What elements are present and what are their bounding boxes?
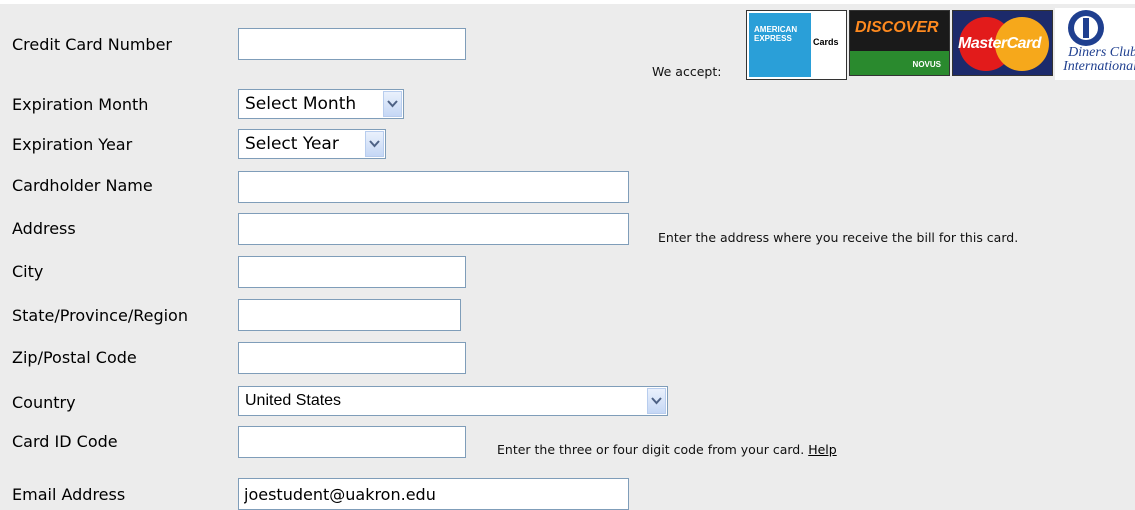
country-label: Country bbox=[12, 393, 76, 412]
amex-line1: AMERICAN bbox=[754, 25, 798, 34]
zip-label: Zip/Postal Code bbox=[12, 348, 137, 367]
country-select[interactable]: United States bbox=[238, 386, 668, 416]
diners-text: Diners Club International bbox=[1057, 46, 1135, 74]
mastercard-logo: MasterCard bbox=[952, 10, 1053, 76]
payment-form: Credit Card Number We accept: AMERICAN E… bbox=[0, 0, 1135, 510]
exp-year-value: Select Year bbox=[245, 134, 339, 154]
cardholder-input[interactable] bbox=[238, 171, 629, 203]
top-strip bbox=[0, 0, 1135, 4]
mastercard-name: MasterCard bbox=[958, 35, 1042, 52]
state-label: State/Province/Region bbox=[12, 306, 188, 325]
we-accept-label: We accept: bbox=[652, 64, 722, 79]
amex-text: AMERICAN EXPRESS bbox=[754, 25, 808, 43]
city-input[interactable] bbox=[238, 256, 466, 288]
chevron-down-icon[interactable] bbox=[383, 91, 402, 117]
city-label: City bbox=[12, 262, 44, 281]
diners-line1: Diners Club bbox=[1068, 45, 1135, 60]
discover-name: DISCOVER bbox=[855, 19, 939, 36]
card-number-label: Credit Card Number bbox=[12, 35, 172, 54]
amex-line2: EXPRESS bbox=[754, 34, 792, 43]
chevron-down-icon[interactable] bbox=[647, 388, 666, 414]
card-id-input[interactable] bbox=[238, 426, 466, 458]
email-input[interactable] bbox=[238, 478, 629, 510]
state-input[interactable] bbox=[238, 299, 461, 331]
exp-month-value: Select Month bbox=[245, 94, 357, 114]
exp-year-select[interactable]: Select Year bbox=[238, 129, 386, 159]
amex-badge bbox=[749, 13, 811, 77]
help-link[interactable]: Help bbox=[808, 442, 837, 457]
amex-cards-label: Cards bbox=[813, 37, 839, 47]
address-input[interactable] bbox=[238, 213, 629, 245]
exp-month-select[interactable]: Select Month bbox=[238, 89, 404, 119]
discover-logo: DISCOVER NOVUS bbox=[849, 10, 950, 76]
amex-logo: AMERICAN EXPRESS Cards bbox=[746, 10, 847, 80]
chevron-down-icon[interactable] bbox=[365, 131, 384, 157]
card-id-hint: Enter the three or four digit code from … bbox=[497, 442, 837, 457]
discover-novus: NOVUS bbox=[912, 60, 941, 69]
address-hint: Enter the address where you receive the … bbox=[658, 230, 1019, 245]
email-label: Email Address bbox=[12, 485, 126, 504]
exp-month-label: Expiration Month bbox=[12, 95, 149, 114]
card-number-input[interactable] bbox=[238, 28, 466, 60]
exp-year-label: Expiration Year bbox=[12, 135, 133, 154]
cardholder-label: Cardholder Name bbox=[12, 176, 153, 195]
card-id-label: Card ID Code bbox=[12, 432, 118, 451]
address-label: Address bbox=[12, 219, 76, 238]
zip-input[interactable] bbox=[238, 342, 466, 374]
diners-club-logo: Diners Club International bbox=[1055, 8, 1135, 80]
diners-line2: International bbox=[1063, 59, 1135, 74]
diners-circle bbox=[1068, 10, 1104, 46]
card-id-hint-text: Enter the three or four digit code from … bbox=[497, 442, 805, 457]
diners-mark-icon bbox=[1074, 16, 1098, 40]
country-value: United States bbox=[245, 392, 342, 409]
